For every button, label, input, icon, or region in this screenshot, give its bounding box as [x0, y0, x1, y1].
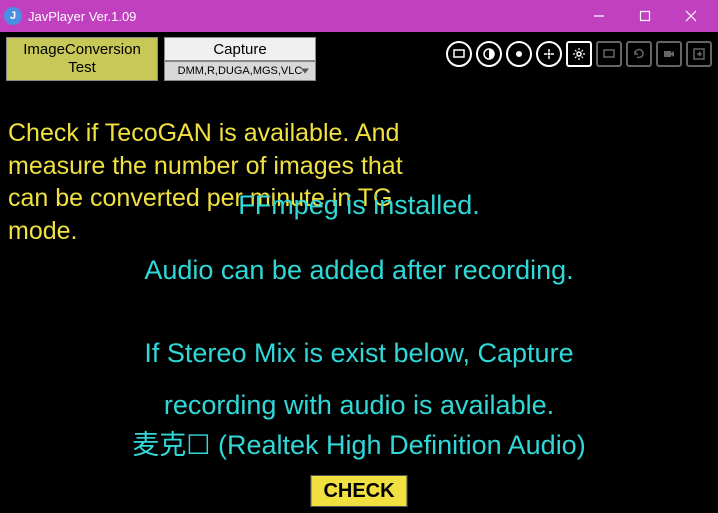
- record-icon[interactable]: [506, 41, 532, 67]
- stereo-mix-line1: If Stereo Mix is exist below, Capture: [0, 335, 718, 373]
- check-button[interactable]: CHECK: [310, 475, 407, 507]
- content-area: Check if TecoGAN is available. And measu…: [0, 87, 718, 513]
- window-title: JavPlayer Ver.1.09: [28, 9, 576, 24]
- contrast-icon[interactable]: [476, 41, 502, 67]
- settings-icon[interactable]: [566, 41, 592, 67]
- export-icon[interactable]: [686, 41, 712, 67]
- image-conversion-test-button[interactable]: ImageConversionTest: [6, 37, 158, 81]
- capture-group: Capture DMM,R,DUGA,MGS,VLC: [164, 37, 316, 81]
- ffmpeg-status: FFmpeg is installed.: [0, 187, 718, 225]
- toolbar: ImageConversionTest Capture DMM,R,DUGA,M…: [0, 32, 718, 87]
- app-icon: J: [4, 7, 22, 25]
- minimize-button[interactable]: [576, 0, 622, 32]
- stereo-mix-line2: recording with audio is available.: [0, 387, 718, 425]
- camera-icon[interactable]: [656, 41, 682, 67]
- audio-status: Audio can be added after recording.: [0, 252, 718, 290]
- screen-icon[interactable]: [446, 41, 472, 67]
- toolbar-icons: [446, 37, 712, 67]
- close-button[interactable]: [668, 0, 714, 32]
- maximize-button[interactable]: [622, 0, 668, 32]
- capture-button[interactable]: Capture: [164, 37, 316, 61]
- audio-device: 麦克☐ (Realtek High Definition Audio): [0, 427, 718, 465]
- window-controls: [576, 0, 714, 32]
- tecogan-check-message: Check if TecoGAN is available. And measu…: [8, 117, 408, 247]
- source-dropdown[interactable]: DMM,R,DUGA,MGS,VLC: [164, 61, 316, 81]
- monitor-icon[interactable]: [596, 41, 622, 67]
- source-dropdown-value: DMM,R,DUGA,MGS,VLC: [178, 65, 303, 77]
- refresh-icon[interactable]: [626, 41, 652, 67]
- titlebar: J JavPlayer Ver.1.09: [0, 0, 718, 32]
- target-icon[interactable]: [536, 41, 562, 67]
